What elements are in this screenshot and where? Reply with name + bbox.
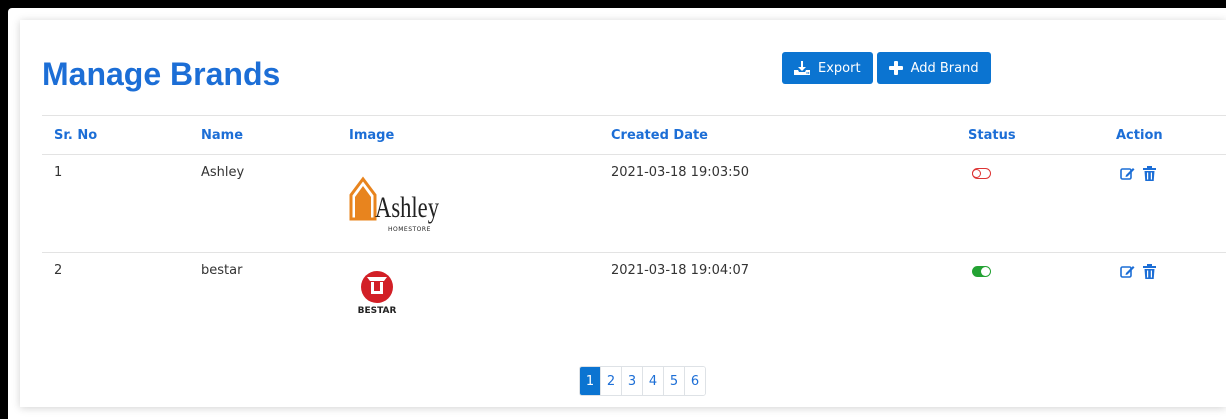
add-brand-label: Add Brand	[910, 60, 979, 76]
brand-image-cell: BESTAR	[337, 253, 599, 344]
column-header-created-date[interactable]: Created Date	[599, 116, 956, 155]
page-link-1[interactable]: 1	[580, 367, 600, 395]
pagination: 1 2 3 4 5 6	[579, 366, 706, 396]
created-date-cell: 2021-03-18 19:04:07	[611, 263, 750, 278]
export-label: Export	[818, 60, 861, 76]
page-link-4[interactable]: 4	[642, 367, 663, 395]
brands-table: Sr. No Name Image Created Date Status Ac…	[42, 115, 1226, 343]
page-link-3[interactable]: 3	[621, 367, 642, 395]
action-cell	[1104, 253, 1226, 344]
trash-icon[interactable]	[1143, 166, 1156, 185]
brand-image-cell: Ashley HOMESTORE	[337, 154, 599, 253]
bestar-logo-text: BESTAR	[358, 306, 397, 316]
ashley-logo-subtext: HOMESTORE	[388, 226, 431, 233]
download-icon	[794, 61, 810, 75]
page-link-6[interactable]: 6	[684, 367, 705, 395]
brands-card: Manage Brands Export Add Brand Sr. No Na…	[20, 20, 1226, 407]
page-link-2[interactable]: 2	[600, 367, 621, 395]
status-toggle[interactable]	[972, 168, 991, 179]
sr-no-cell: 2	[54, 263, 63, 278]
plus-icon	[888, 61, 903, 75]
edit-icon[interactable]	[1120, 166, 1135, 185]
brand-name-cell: Ashley	[189, 154, 337, 253]
page-link-5[interactable]: 5	[663, 367, 684, 395]
toolbar: Export Add Brand	[782, 52, 991, 84]
bestar-logo: BESTAR	[358, 271, 397, 316]
table-header-row: Sr. No Name Image Created Date Status Ac…	[42, 116, 1226, 155]
status-toggle[interactable]	[972, 266, 991, 277]
sr-no-cell: 1	[42, 154, 189, 253]
status-cell	[956, 154, 1104, 253]
column-header-sr-no[interactable]: Sr. No	[42, 116, 189, 155]
export-button[interactable]: Export	[782, 52, 873, 84]
table-row: 2 bestar BESTAR 2021-03-18 19:04:07	[42, 253, 1226, 344]
column-header-image: Image	[337, 116, 599, 155]
column-header-status: Status	[956, 116, 1104, 155]
page-frame: Manage Brands Export Add Brand Sr. No Na…	[8, 8, 1226, 419]
created-date-cell: 2021-03-18 19:03:50	[599, 154, 956, 253]
status-cell	[956, 253, 1104, 344]
edit-icon[interactable]	[1120, 264, 1135, 283]
ashley-logo-text: Ashley	[375, 191, 439, 224]
action-cell	[1104, 154, 1226, 253]
table-row: 1 Ashley Ashley HOMESTORE 2021-03-18 19:…	[42, 154, 1226, 253]
column-header-name[interactable]: Name	[189, 116, 337, 155]
page-title: Manage Brands	[42, 56, 281, 92]
add-brand-button[interactable]: Add Brand	[876, 52, 991, 84]
trash-icon[interactable]	[1143, 264, 1156, 283]
column-header-action: Action	[1104, 116, 1226, 155]
ashley-logo: Ashley HOMESTORE	[349, 176, 439, 233]
brand-name-cell: bestar	[201, 263, 243, 278]
